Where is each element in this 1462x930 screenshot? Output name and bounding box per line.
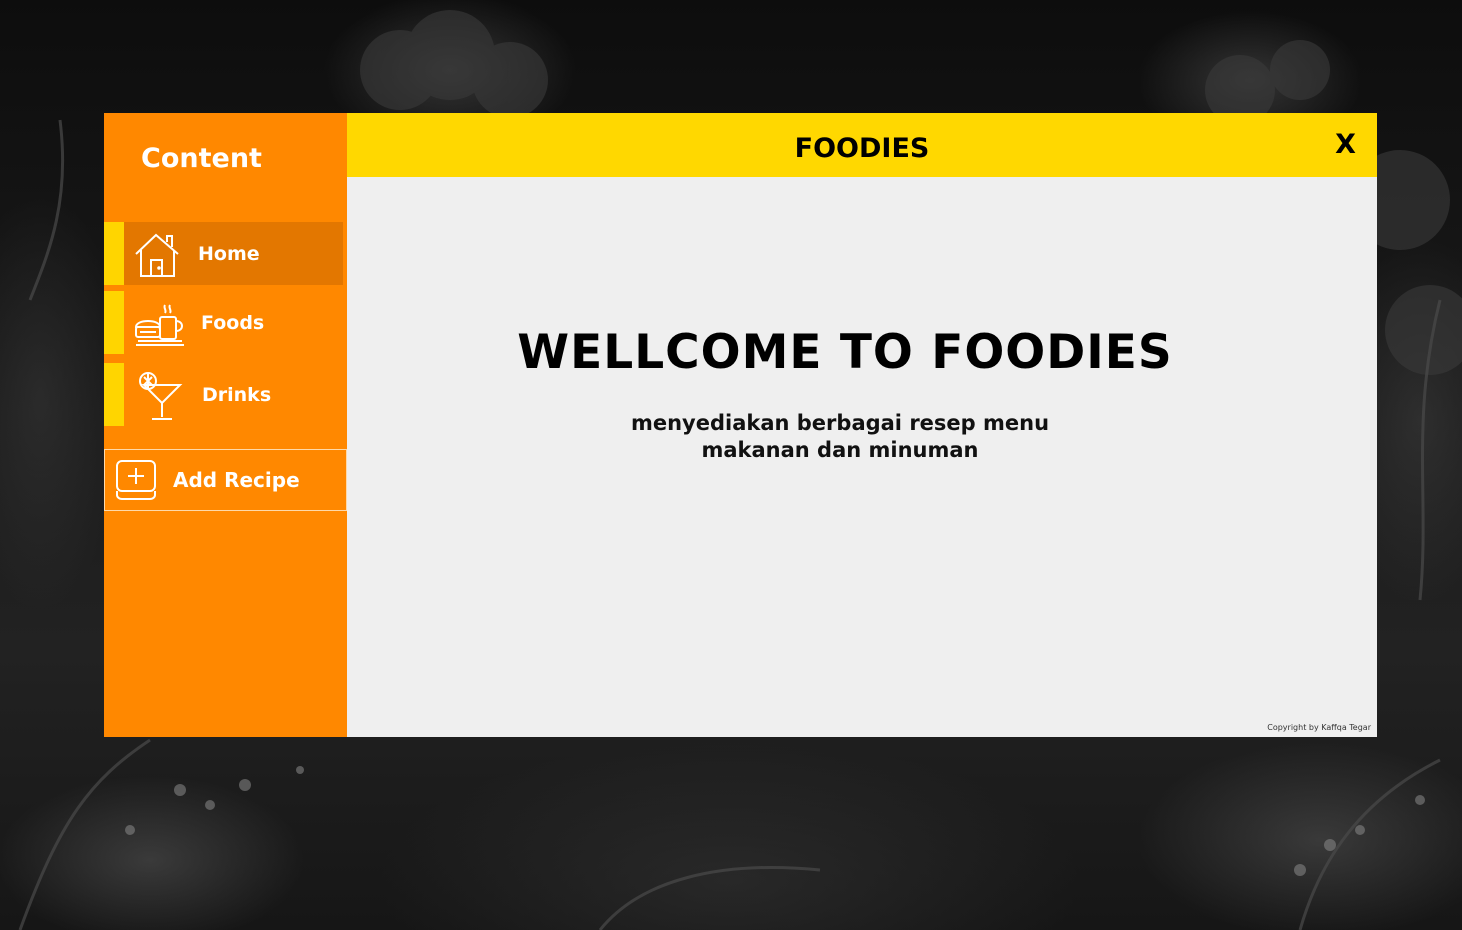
- sidebar-item-label: Home: [198, 242, 260, 265]
- food-icon: [134, 303, 184, 346]
- main-content: FOODIES X WELLCOME TO FOODIES menyediaka…: [347, 113, 1377, 737]
- sidebar-item-foods[interactable]: Foods: [104, 291, 343, 354]
- app-title: FOODIES: [794, 133, 930, 164]
- app-window: Content Home Foods Drinks Add Recipe FOO…: [104, 113, 1377, 737]
- home-icon: [135, 233, 179, 277]
- subtitle-line-2: makanan dan minuman: [701, 438, 979, 462]
- sidebar-title: Content: [141, 143, 262, 174]
- copyright-text: Copyright by Kaffqa Tegar: [1267, 723, 1371, 732]
- welcome-subtitle: menyediakan berbagai resep menu makanan …: [325, 410, 1355, 464]
- add-recipe-label: Add Recipe: [173, 468, 300, 492]
- cocktail-icon: [139, 371, 183, 420]
- add-recipe-button[interactable]: Add Recipe: [104, 449, 347, 511]
- add-icon: [116, 460, 156, 500]
- subtitle-line-1: menyediakan berbagai resep menu: [630, 411, 1050, 435]
- sidebar-item-label: Drinks: [202, 383, 272, 406]
- close-button[interactable]: X: [1335, 131, 1356, 158]
- sidebar: Content Home Foods Drinks Add Recipe: [104, 113, 347, 737]
- sidebar-item-home[interactable]: Home: [104, 222, 343, 285]
- indicator: [104, 363, 124, 426]
- sidebar-item-label: Foods: [201, 311, 265, 334]
- indicator: [104, 291, 124, 354]
- welcome-heading: WELLCOME TO FOODIES: [517, 325, 1173, 380]
- sidebar-item-drinks[interactable]: Drinks: [104, 363, 343, 426]
- title-bar: FOODIES X: [347, 113, 1377, 177]
- active-indicator: [104, 222, 124, 285]
